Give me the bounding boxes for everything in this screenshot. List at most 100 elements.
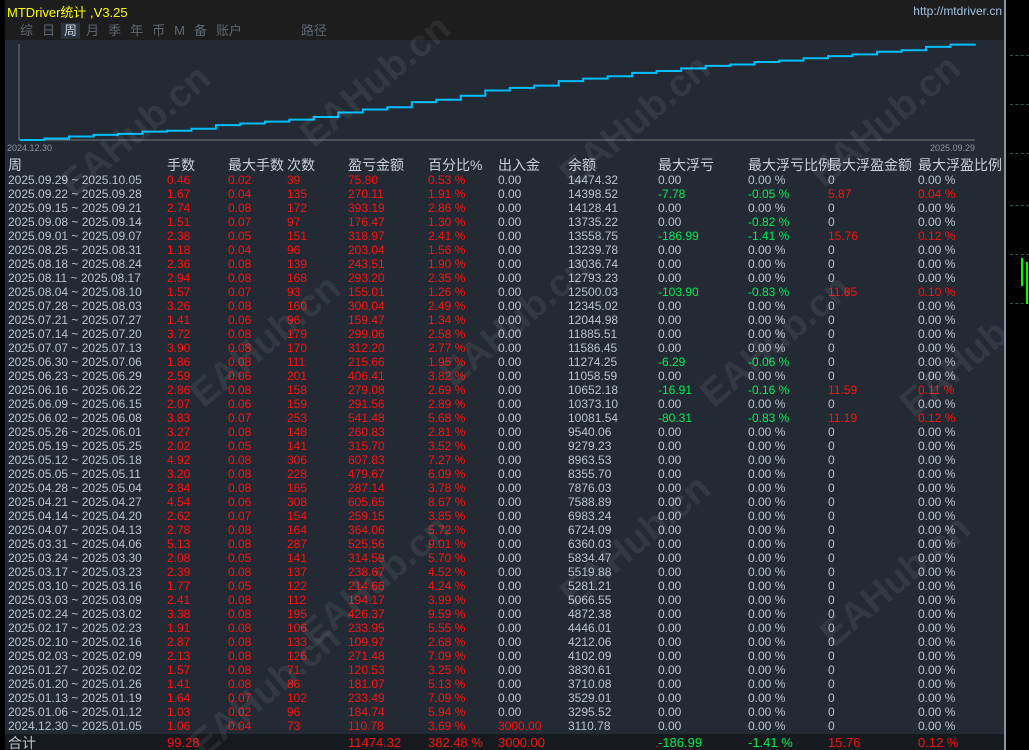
tab-3[interactable]: 月	[83, 23, 102, 39]
cell-col-10: 0	[828, 271, 835, 285]
cell-col-5: 2.81 %	[428, 425, 466, 439]
table-total-row: 合计 99.28 11474.32 382.48 % 3000.00 -186.99 -1.…	[5, 734, 1004, 750]
cell-col-1: 2.74	[167, 201, 191, 215]
cell-col-3: 73	[287, 719, 301, 733]
cell-col-4: 287.14	[348, 481, 385, 495]
cell-col-1: 1.51	[167, 215, 191, 229]
cell-col-5: 3.78 %	[428, 481, 466, 495]
cell-col-0: 2025.04.21 ~ 2025.04.27	[8, 495, 142, 509]
cell-col-6: 0.00	[498, 201, 522, 215]
cell-col-4: 176.47	[348, 215, 385, 229]
cell-col-9: 0.00 %	[748, 467, 786, 481]
cell-col-9: -0.82 %	[748, 215, 790, 229]
cell-col-8: 0.00	[658, 551, 682, 565]
cell-col-9: 0.00 %	[748, 719, 786, 733]
app-title: MTDriver统计 ,V3.25	[7, 5, 128, 20]
cell-col-5: 4.52 %	[428, 565, 466, 579]
cell-col-10: 0	[828, 257, 835, 271]
cell-col-2: 0.08	[228, 355, 252, 369]
cell-col-6: 出入金	[498, 157, 540, 173]
cell-col-6: 0.00	[498, 425, 522, 439]
cell-col-2: 0.08	[228, 523, 252, 537]
table-row: 2025.07.07 ~ 2025.07.13 3.90 0.08 170 312.20…	[5, 341, 1004, 355]
cell-col-1: 2.41	[167, 593, 191, 607]
cell-col-8: 0.00	[658, 341, 682, 355]
cell-col-4: 259.15	[348, 509, 385, 523]
cell-col-0: 2025.03.24 ~ 2025.03.30	[8, 551, 142, 565]
table-row: 2025.09.08 ~ 2025.09.14 1.51 0.07 97 176.47 1…	[5, 215, 1004, 229]
cell-col-7: 4102.09	[568, 649, 612, 663]
cell-col-11: 0.00 %	[918, 649, 956, 663]
cell-col-9: 0.00 %	[748, 593, 786, 607]
cell-col-5: 2.69 %	[428, 383, 466, 397]
cell-col-7: 余额	[568, 157, 596, 173]
cell-col-2: 0.07	[228, 215, 252, 229]
cell-col-8: 0.00	[658, 649, 682, 663]
tab-9[interactable]: 账户	[213, 23, 245, 39]
tab-1[interactable]: 日	[39, 23, 58, 39]
tab-10[interactable]: 路径	[298, 23, 330, 39]
cell-col-7: 4872.38	[568, 607, 612, 621]
cell-col-7: 10652.18	[568, 383, 619, 397]
cell-col-3: 172	[287, 201, 308, 215]
tab-4[interactable]: 季	[105, 23, 124, 39]
cell-col-4: 109.97	[348, 635, 385, 649]
cell-col-8: 0.00	[658, 369, 682, 383]
cell-col-6: 0.00	[498, 215, 522, 229]
cell-col-5: 2.89 %	[428, 397, 466, 411]
cell-col-5: 3.99 %	[428, 593, 466, 607]
cell-col-1: 2.02	[167, 439, 191, 453]
cell-col-3: 201	[287, 369, 308, 383]
tab-2[interactable]: 周	[61, 23, 81, 39]
cell-col-10: 15.76	[828, 735, 861, 750]
cell-col-11: 0.00 %	[918, 397, 956, 411]
cell-col-0: 2025.08.11 ~ 2025.08.17	[8, 271, 141, 285]
tab-5[interactable]: 年	[127, 23, 146, 39]
cell-col-6: 0.00	[498, 495, 522, 509]
cell-col-6: 0.00	[498, 705, 522, 719]
cell-col-3: 168	[287, 271, 308, 285]
cell-col-5: 4.24 %	[428, 579, 466, 593]
cell-col-10: 11.19	[828, 411, 858, 425]
cell-col-7: 12793.23	[568, 271, 619, 285]
cell-col-11: 0.00 %	[918, 481, 956, 495]
cell-col-7: 11058.59	[568, 369, 618, 383]
cell-col-6: 0.00	[498, 537, 522, 551]
tab-6[interactable]: 币	[149, 23, 168, 39]
table-row: 2025.03.10 ~ 2025.03.16 1.77 0.05 122 214.66…	[5, 579, 1004, 593]
cell-col-8: 0.00	[658, 579, 682, 593]
chart-start-label: 2024.12.30	[7, 143, 52, 153]
tab-0[interactable]: 综	[17, 23, 36, 39]
cell-col-8: 0.00	[658, 677, 682, 691]
cell-col-0: 2025.07.07 ~ 2025.07.13	[8, 341, 142, 355]
cell-col-3: 228	[287, 467, 308, 481]
cell-col-0: 2025.05.26 ~ 2025.06.01	[8, 425, 142, 439]
cell-col-10: 0	[828, 663, 835, 677]
cell-col-2: 0.02	[228, 705, 252, 719]
cell-col-5: 百分比%	[428, 157, 483, 173]
cell-col-7: 5834.47	[568, 551, 612, 565]
tab-7[interactable]: M	[171, 23, 188, 39]
cell-col-6: 0.00	[498, 481, 522, 495]
tab-8[interactable]: 备	[191, 23, 210, 39]
cell-col-11: 0.12 %	[918, 229, 956, 243]
cell-col-0: 2025.07.14 ~ 2025.07.20	[8, 327, 142, 341]
cell-col-8: 0.00	[658, 425, 682, 439]
website-link[interactable]: http://mtdriver.cn	[913, 4, 1002, 18]
cell-col-8: 0.00	[658, 607, 682, 621]
cell-col-3: 135	[287, 187, 308, 201]
cell-col-6: 0.00	[498, 565, 522, 579]
cell-col-2: 0.05	[228, 579, 252, 593]
table-row: 2025.06.23 ~ 2025.06.29 2.59 0.06 201 406.41…	[5, 369, 1004, 383]
cell-col-9: 0.00 %	[748, 397, 786, 411]
cell-col-6: 0.00	[498, 187, 522, 201]
cell-col-4: 184.74	[348, 705, 385, 719]
chart-end-label: 2025.09.29	[930, 143, 975, 153]
table-row: 2025.05.26 ~ 2025.06.01 3.27 0.08 148 260.83…	[5, 425, 1004, 439]
cell-col-7: 8963.53	[568, 453, 612, 467]
cell-col-1: 手数	[167, 157, 195, 173]
cell-col-6: 0.00	[498, 299, 522, 313]
cell-col-8: 0.00	[658, 439, 682, 453]
cell-col-8: 0.00	[658, 201, 682, 215]
cell-col-11: 0.00 %	[918, 663, 956, 677]
